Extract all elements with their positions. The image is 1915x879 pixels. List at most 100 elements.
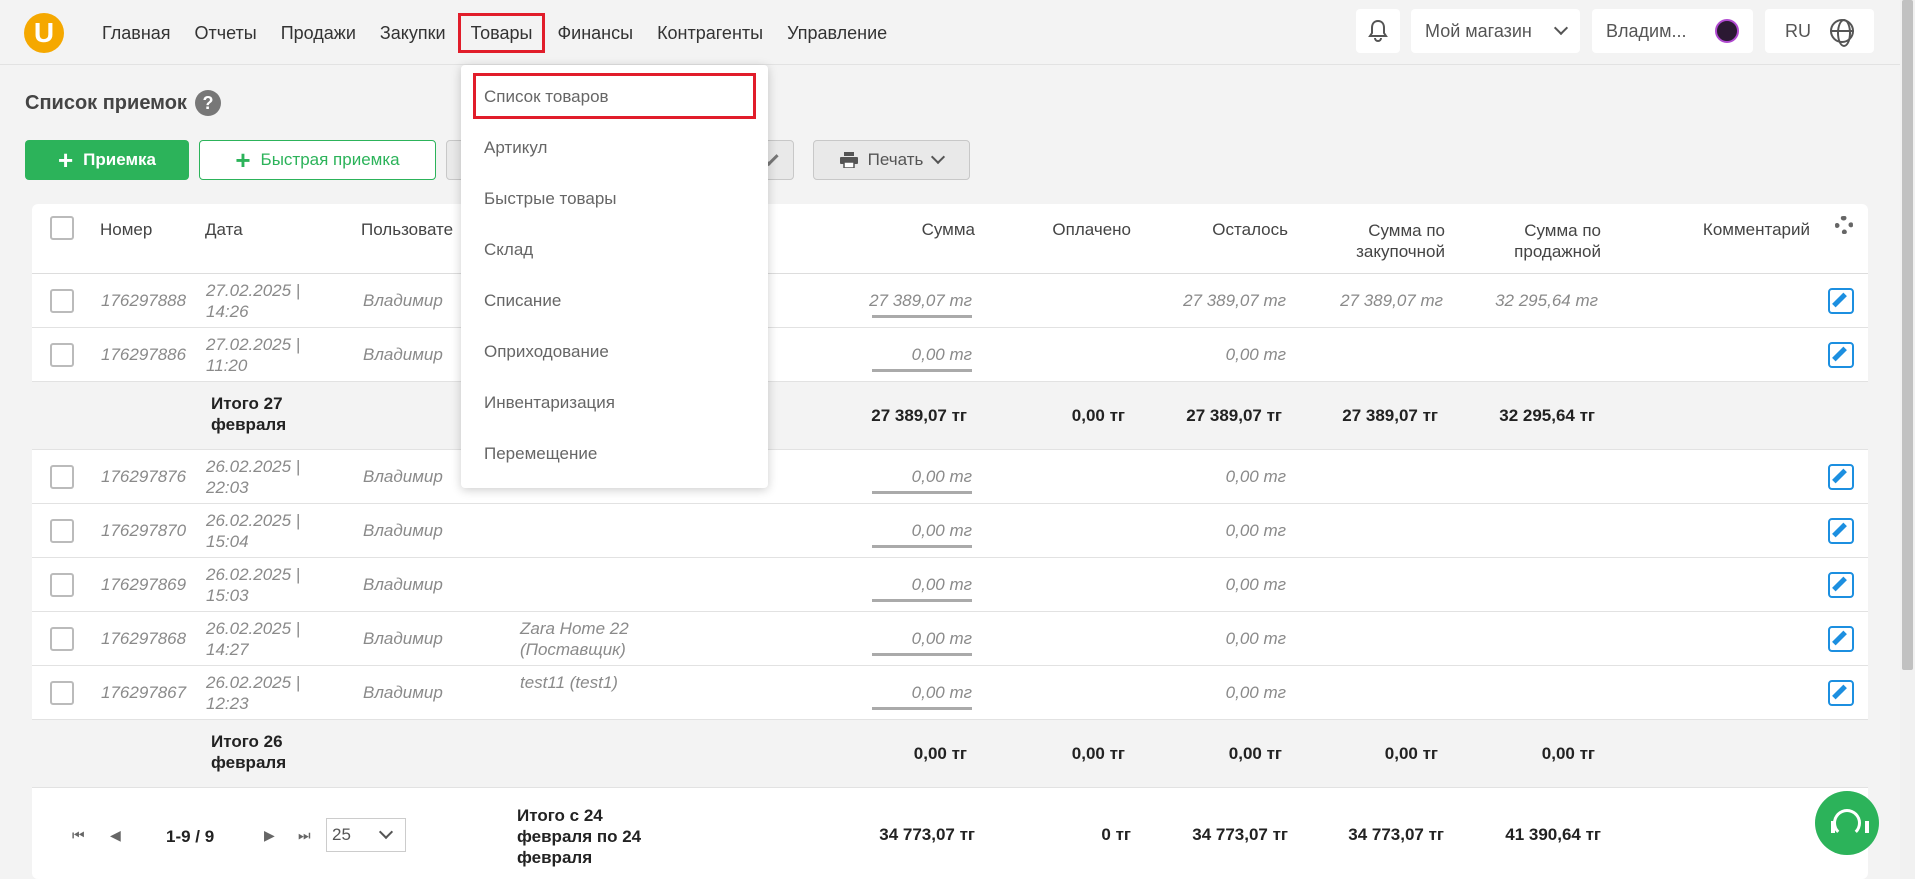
menu-item-posting[interactable]: Оприходование: [484, 342, 609, 362]
scrollbar-thumb[interactable]: [1902, 0, 1913, 670]
row-sum[interactable]: 0,00 тг: [850, 467, 972, 487]
bell-icon: [1368, 19, 1388, 42]
total-paid: 0,00 тг: [1071, 406, 1125, 425]
sum-underline: [872, 599, 972, 602]
per-page-value: 25: [332, 825, 351, 844]
row-left: 0,00 тг: [1225, 683, 1286, 702]
menu-item-article[interactable]: Артикул: [484, 138, 547, 158]
edit-icon[interactable]: [1828, 680, 1854, 706]
col-paid[interactable]: Оплачено: [1030, 220, 1131, 240]
nav-reports[interactable]: Отчеты: [183, 13, 269, 53]
prev-page-icon[interactable]: ◀: [110, 827, 121, 844]
row-checkbox[interactable]: [50, 573, 74, 597]
plus-icon: +: [235, 145, 251, 175]
chevron-down-icon: [378, 824, 394, 840]
app-logo[interactable]: U: [24, 13, 64, 53]
row-number[interactable]: 176297870: [101, 521, 186, 541]
notifications-button[interactable]: [1356, 9, 1400, 53]
row-number[interactable]: 176297867: [101, 683, 186, 703]
edit-icon[interactable]: [1828, 626, 1854, 652]
receive-button[interactable]: + Приемка: [25, 140, 189, 180]
last-page-icon[interactable]: ⏭: [298, 827, 311, 844]
edit-icon[interactable]: [1828, 572, 1854, 598]
row-checkbox[interactable]: [50, 289, 74, 313]
printer-icon: [839, 152, 858, 168]
row-sum[interactable]: 27 389,07 тг: [850, 291, 972, 311]
nav-contractors[interactable]: Контрагенты: [645, 13, 775, 53]
chevron-down-icon: [1553, 20, 1569, 36]
row-supplier: Zara Home 22 (Поставщик): [520, 619, 629, 659]
menu-item-product-list[interactable]: Список товаров: [484, 87, 609, 107]
row-number[interactable]: 176297888: [101, 291, 186, 311]
nav-main[interactable]: Главная: [90, 13, 183, 53]
sum-underline: [872, 491, 972, 494]
row-checkbox[interactable]: [50, 681, 74, 705]
col-left[interactable]: Осталось: [1180, 220, 1288, 240]
total-sale: 41 390,64 тг: [1505, 824, 1601, 844]
plus-icon: +: [57, 145, 74, 175]
support-chat-button[interactable]: [1815, 791, 1879, 855]
row-checkbox[interactable]: [50, 627, 74, 651]
row-number[interactable]: 176297868: [101, 629, 186, 649]
menu-item-transfer[interactable]: Перемещение: [484, 444, 597, 464]
total-sum: 0,00 тг: [913, 744, 967, 763]
col-comment[interactable]: Комментарий: [1640, 220, 1810, 240]
help-icon[interactable]: ?: [194, 90, 221, 116]
language-selector[interactable]: RU: [1765, 9, 1874, 53]
col-number[interactable]: Номер: [100, 220, 152, 240]
menu-item-quick-goods[interactable]: Быстрые товары: [484, 189, 617, 209]
total-left: 0,00 тг: [1228, 744, 1282, 763]
col-user[interactable]: Пользовате: [361, 220, 461, 240]
row-purchase: 27 389,07 тг: [1340, 291, 1443, 310]
print-button[interactable]: Печать: [813, 140, 970, 180]
row-checkbox[interactable]: [50, 465, 74, 489]
total-purchase: 27 389,07 тг: [1342, 406, 1438, 425]
pager-range: 1-9 / 9: [166, 827, 215, 846]
edit-icon[interactable]: [1828, 518, 1854, 544]
row-number[interactable]: 176297886: [101, 345, 186, 365]
globe-icon: [1830, 19, 1854, 47]
nav-finance[interactable]: Финансы: [545, 13, 645, 53]
select-all-checkbox[interactable]: [50, 216, 74, 240]
nav-sales[interactable]: Продажи: [269, 13, 368, 53]
row-user: Владимир: [363, 345, 443, 364]
edit-icon[interactable]: [1828, 342, 1854, 368]
col-sum[interactable]: Сумма: [900, 220, 975, 240]
total-paid: 0,00 тг: [1071, 744, 1125, 763]
gear-icon[interactable]: [1835, 216, 1853, 234]
col-sum-purchase[interactable]: Сумма по закупочной: [1330, 220, 1445, 262]
col-date[interactable]: Дата: [205, 220, 243, 240]
scrollbar[interactable]: [1900, 0, 1915, 879]
row-checkbox[interactable]: [50, 519, 74, 543]
nav-goods[interactable]: Товары: [457, 12, 546, 53]
col-sum-sale[interactable]: Сумма по продажной: [1490, 220, 1601, 262]
row-sum[interactable]: 0,00 тг: [850, 345, 972, 365]
row-number[interactable]: 176297869: [101, 575, 186, 595]
first-page-icon[interactable]: ⏮: [72, 827, 85, 844]
nav-management[interactable]: Управление: [775, 13, 899, 53]
language-code: RU: [1785, 20, 1811, 41]
edit-icon[interactable]: [1828, 464, 1854, 490]
nav-purchases[interactable]: Закупки: [368, 13, 458, 53]
menu-item-write-off[interactable]: Списание: [484, 291, 561, 311]
row-user: Владимир: [363, 575, 443, 594]
next-page-icon[interactable]: ▶: [264, 827, 275, 844]
menu-item-inventory[interactable]: Инвентаризация: [484, 393, 615, 413]
sum-underline: [872, 707, 972, 710]
row-user: Владимир: [363, 683, 443, 702]
row-checkbox[interactable]: [50, 343, 74, 367]
row-sum[interactable]: 0,00 тг: [850, 629, 972, 649]
row-sum[interactable]: 0,00 тг: [850, 521, 972, 541]
user-name: Владим...: [1606, 20, 1687, 41]
menu-item-warehouse[interactable]: Склад: [484, 240, 533, 260]
shop-selector[interactable]: Мой магазин: [1411, 9, 1580, 53]
quick-receive-button[interactable]: + Быстрая приемка: [199, 140, 436, 180]
sum-underline: [872, 369, 972, 372]
total-label: Итого с 24 февраля по 24 февраля: [517, 806, 642, 867]
row-sum[interactable]: 0,00 тг: [850, 683, 972, 703]
row-sum[interactable]: 0,00 тг: [850, 575, 972, 595]
per-page-select[interactable]: 25: [326, 818, 406, 852]
row-number[interactable]: 176297876: [101, 467, 186, 487]
edit-icon[interactable]: [1828, 288, 1854, 314]
user-menu[interactable]: Владим...: [1592, 9, 1753, 53]
